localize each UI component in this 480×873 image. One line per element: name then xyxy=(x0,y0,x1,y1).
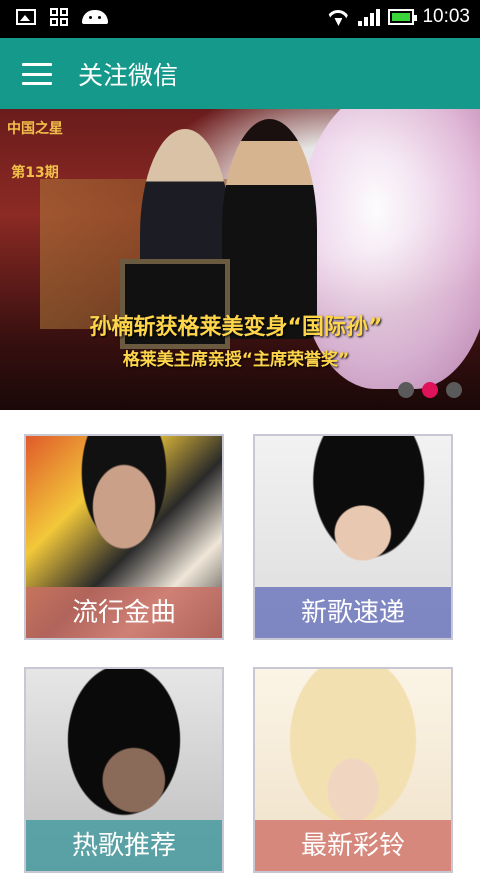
gallery-notification-icon xyxy=(16,9,36,25)
clock: 10:03 xyxy=(422,6,470,27)
signal-icon xyxy=(358,8,381,26)
banner-headline: 孙楠斩获格莱美变身“国际孙” xyxy=(89,315,383,340)
tile-label: 最新彩铃 xyxy=(255,820,451,871)
battery-icon xyxy=(388,9,418,25)
tile-new-songs[interactable]: 新歌速递 xyxy=(253,434,453,640)
page-title: 关注微信 xyxy=(78,61,179,90)
android-notification-icon xyxy=(82,10,108,24)
banner-caption: 孙楠斩获格莱美变身“国际孙” 格莱美主席亲授“主席荣誉奖” xyxy=(0,309,480,370)
carousel-pager xyxy=(398,382,462,398)
menu-icon[interactable] xyxy=(22,63,52,85)
banner-subheadline: 格莱美主席亲授“主席荣誉奖” xyxy=(122,350,350,370)
banner-carousel[interactable]: 中国之星 第13期 孙楠斩获格莱美变身“国际孙” 格莱美主席亲授“主席荣誉奖” xyxy=(0,109,480,410)
tile-label: 流行金曲 xyxy=(26,587,222,638)
tile-hot-songs[interactable]: 热歌推荐 xyxy=(24,667,224,873)
pager-dot[interactable] xyxy=(446,382,462,398)
wifi-icon xyxy=(326,8,350,26)
banner-person-right xyxy=(222,119,317,339)
qr-notification-icon xyxy=(50,8,68,26)
tile-ringtones[interactable]: 最新彩铃 xyxy=(253,667,453,873)
pager-dot-active[interactable] xyxy=(422,382,438,398)
app-bar: 关注微信 xyxy=(0,38,480,109)
pager-dot[interactable] xyxy=(398,382,414,398)
status-bar: 10:03 xyxy=(0,0,480,38)
badge-logo: 中国之星 xyxy=(7,121,63,137)
tile-popular-songs[interactable]: 流行金曲 xyxy=(24,434,224,640)
banner-show-badge: 中国之星 第13期 xyxy=(6,119,64,199)
tile-label: 热歌推荐 xyxy=(26,820,222,871)
badge-issue: 第13期 xyxy=(11,165,59,181)
tile-label: 新歌速递 xyxy=(255,587,451,638)
